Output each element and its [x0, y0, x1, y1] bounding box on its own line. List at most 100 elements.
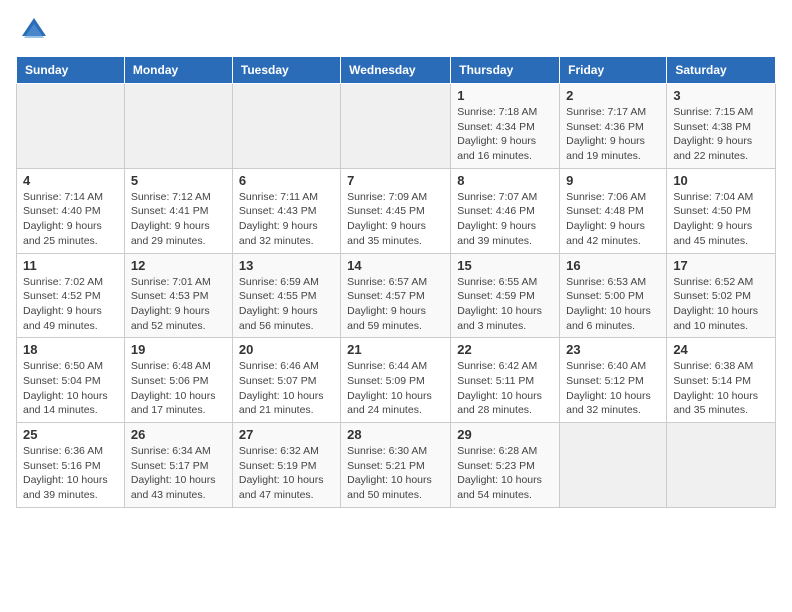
day-info: Sunrise: 6:36 AM Sunset: 5:16 PM Dayligh… — [23, 444, 118, 503]
day-info: Sunrise: 6:57 AM Sunset: 4:57 PM Dayligh… — [347, 275, 444, 334]
day-number: 9 — [566, 173, 660, 188]
day-header-friday: Friday — [560, 57, 667, 84]
calendar-cell: 27 Sunrise: 6:32 AM Sunset: 5:19 PM Dayli… — [232, 423, 340, 508]
day-number: 24 — [673, 342, 769, 357]
day-header-wednesday: Wednesday — [341, 57, 451, 84]
calendar-cell — [124, 84, 232, 169]
day-number: 13 — [239, 258, 334, 273]
day-number: 8 — [457, 173, 553, 188]
day-number: 21 — [347, 342, 444, 357]
calendar-week-5: 25 Sunrise: 6:36 AM Sunset: 5:16 PM Dayli… — [17, 423, 776, 508]
day-info: Sunrise: 6:38 AM Sunset: 5:14 PM Dayligh… — [673, 359, 769, 418]
calendar-cell — [232, 84, 340, 169]
day-info: Sunrise: 6:44 AM Sunset: 5:09 PM Dayligh… — [347, 359, 444, 418]
day-number: 17 — [673, 258, 769, 273]
calendar-cell: 13 Sunrise: 6:59 AM Sunset: 4:55 PM Dayli… — [232, 253, 340, 338]
day-number: 19 — [131, 342, 226, 357]
day-info: Sunrise: 7:07 AM Sunset: 4:46 PM Dayligh… — [457, 190, 553, 249]
day-info: Sunrise: 6:59 AM Sunset: 4:55 PM Dayligh… — [239, 275, 334, 334]
day-number: 26 — [131, 427, 226, 442]
calendar-cell: 18 Sunrise: 6:50 AM Sunset: 5:04 PM Dayli… — [17, 338, 125, 423]
calendar-week-1: 1Sunrise: 7:18 AM Sunset: 4:34 PM Daylig… — [17, 84, 776, 169]
calendar-cell: 1Sunrise: 7:18 AM Sunset: 4:34 PM Daylig… — [451, 84, 560, 169]
day-number: 15 — [457, 258, 553, 273]
calendar-cell: 9 Sunrise: 7:06 AM Sunset: 4:48 PM Daylig… — [560, 168, 667, 253]
day-info: Sunrise: 7:06 AM Sunset: 4:48 PM Dayligh… — [566, 190, 660, 249]
day-info: Sunrise: 7:18 AM Sunset: 4:34 PM Dayligh… — [457, 105, 553, 164]
day-number: 25 — [23, 427, 118, 442]
day-info: Sunrise: 6:55 AM Sunset: 4:59 PM Dayligh… — [457, 275, 553, 334]
calendar-cell: 28 Sunrise: 6:30 AM Sunset: 5:21 PM Dayli… — [341, 423, 451, 508]
day-info: Sunrise: 6:52 AM Sunset: 5:02 PM Dayligh… — [673, 275, 769, 334]
calendar-cell: 15 Sunrise: 6:55 AM Sunset: 4:59 PM Dayli… — [451, 253, 560, 338]
logo — [16, 16, 48, 44]
day-number: 16 — [566, 258, 660, 273]
day-info: Sunrise: 7:11 AM Sunset: 4:43 PM Dayligh… — [239, 190, 334, 249]
day-number: 29 — [457, 427, 553, 442]
calendar-cell — [667, 423, 776, 508]
day-info: Sunrise: 7:12 AM Sunset: 4:41 PM Dayligh… — [131, 190, 226, 249]
day-info: Sunrise: 6:46 AM Sunset: 5:07 PM Dayligh… — [239, 359, 334, 418]
day-number: 2 — [566, 88, 660, 103]
calendar-cell: 12 Sunrise: 7:01 AM Sunset: 4:53 PM Dayli… — [124, 253, 232, 338]
calendar-cell — [17, 84, 125, 169]
day-info: Sunrise: 6:48 AM Sunset: 5:06 PM Dayligh… — [131, 359, 226, 418]
day-number: 12 — [131, 258, 226, 273]
day-number: 22 — [457, 342, 553, 357]
calendar-cell: 20 Sunrise: 6:46 AM Sunset: 5:07 PM Dayli… — [232, 338, 340, 423]
day-number: 10 — [673, 173, 769, 188]
calendar-cell: 17 Sunrise: 6:52 AM Sunset: 5:02 PM Dayli… — [667, 253, 776, 338]
calendar-cell: 22 Sunrise: 6:42 AM Sunset: 5:11 PM Dayli… — [451, 338, 560, 423]
page-header — [16, 16, 776, 44]
day-info: Sunrise: 7:17 AM Sunset: 4:36 PM Dayligh… — [566, 105, 660, 164]
day-info: Sunrise: 7:15 AM Sunset: 4:38 PM Dayligh… — [673, 105, 769, 164]
day-number: 27 — [239, 427, 334, 442]
day-header-thursday: Thursday — [451, 57, 560, 84]
calendar-cell: 5Sunrise: 7:12 AM Sunset: 4:41 PM Daylig… — [124, 168, 232, 253]
day-info: Sunrise: 7:02 AM Sunset: 4:52 PM Dayligh… — [23, 275, 118, 334]
calendar-cell: 7Sunrise: 7:09 AM Sunset: 4:45 PM Daylig… — [341, 168, 451, 253]
calendar-table: SundayMondayTuesdayWednesdayThursdayFrid… — [16, 56, 776, 508]
day-header-saturday: Saturday — [667, 57, 776, 84]
day-number: 18 — [23, 342, 118, 357]
calendar-week-3: 11Sunrise: 7:02 AM Sunset: 4:52 PM Dayli… — [17, 253, 776, 338]
day-info: Sunrise: 6:28 AM Sunset: 5:23 PM Dayligh… — [457, 444, 553, 503]
calendar-cell: 25 Sunrise: 6:36 AM Sunset: 5:16 PM Dayli… — [17, 423, 125, 508]
calendar-cell: 3Sunrise: 7:15 AM Sunset: 4:38 PM Daylig… — [667, 84, 776, 169]
day-info: Sunrise: 6:50 AM Sunset: 5:04 PM Dayligh… — [23, 359, 118, 418]
calendar-cell: 24 Sunrise: 6:38 AM Sunset: 5:14 PM Dayli… — [667, 338, 776, 423]
day-number: 28 — [347, 427, 444, 442]
calendar-cell: 14 Sunrise: 6:57 AM Sunset: 4:57 PM Dayli… — [341, 253, 451, 338]
calendar-cell: 16 Sunrise: 6:53 AM Sunset: 5:00 PM Dayli… — [560, 253, 667, 338]
calendar-week-2: 4 Sunrise: 7:14 AM Sunset: 4:40 PM Daylig… — [17, 168, 776, 253]
calendar-cell: 26 Sunrise: 6:34 AM Sunset: 5:17 PM Dayli… — [124, 423, 232, 508]
day-info: Sunrise: 7:04 AM Sunset: 4:50 PM Dayligh… — [673, 190, 769, 249]
day-info: Sunrise: 6:30 AM Sunset: 5:21 PM Dayligh… — [347, 444, 444, 503]
calendar-cell: 6 Sunrise: 7:11 AM Sunset: 4:43 PM Daylig… — [232, 168, 340, 253]
day-info: Sunrise: 6:40 AM Sunset: 5:12 PM Dayligh… — [566, 359, 660, 418]
day-info: Sunrise: 6:32 AM Sunset: 5:19 PM Dayligh… — [239, 444, 334, 503]
calendar-cell — [560, 423, 667, 508]
calendar-cell: 10 Sunrise: 7:04 AM Sunset: 4:50 PM Dayli… — [667, 168, 776, 253]
calendar-cell: 8 Sunrise: 7:07 AM Sunset: 4:46 PM Daylig… — [451, 168, 560, 253]
day-info: Sunrise: 6:53 AM Sunset: 5:00 PM Dayligh… — [566, 275, 660, 334]
day-number: 6 — [239, 173, 334, 188]
day-number: 14 — [347, 258, 444, 273]
calendar-header-row: SundayMondayTuesdayWednesdayThursdayFrid… — [17, 57, 776, 84]
calendar-cell: 23Sunrise: 6:40 AM Sunset: 5:12 PM Dayli… — [560, 338, 667, 423]
day-info: Sunrise: 7:09 AM Sunset: 4:45 PM Dayligh… — [347, 190, 444, 249]
day-header-tuesday: Tuesday — [232, 57, 340, 84]
calendar-week-4: 18 Sunrise: 6:50 AM Sunset: 5:04 PM Dayli… — [17, 338, 776, 423]
day-info: Sunrise: 6:34 AM Sunset: 5:17 PM Dayligh… — [131, 444, 226, 503]
day-info: Sunrise: 7:01 AM Sunset: 4:53 PM Dayligh… — [131, 275, 226, 334]
day-number: 4 — [23, 173, 118, 188]
calendar-cell: 2 Sunrise: 7:17 AM Sunset: 4:36 PM Daylig… — [560, 84, 667, 169]
day-number: 20 — [239, 342, 334, 357]
calendar-cell: 21 Sunrise: 6:44 AM Sunset: 5:09 PM Dayli… — [341, 338, 451, 423]
calendar-cell — [341, 84, 451, 169]
calendar-cell: 29 Sunrise: 6:28 AM Sunset: 5:23 PM Dayli… — [451, 423, 560, 508]
day-info: Sunrise: 6:42 AM Sunset: 5:11 PM Dayligh… — [457, 359, 553, 418]
logo-icon — [20, 16, 48, 44]
calendar-cell: 19 Sunrise: 6:48 AM Sunset: 5:06 PM Dayli… — [124, 338, 232, 423]
day-info: Sunrise: 7:14 AM Sunset: 4:40 PM Dayligh… — [23, 190, 118, 249]
